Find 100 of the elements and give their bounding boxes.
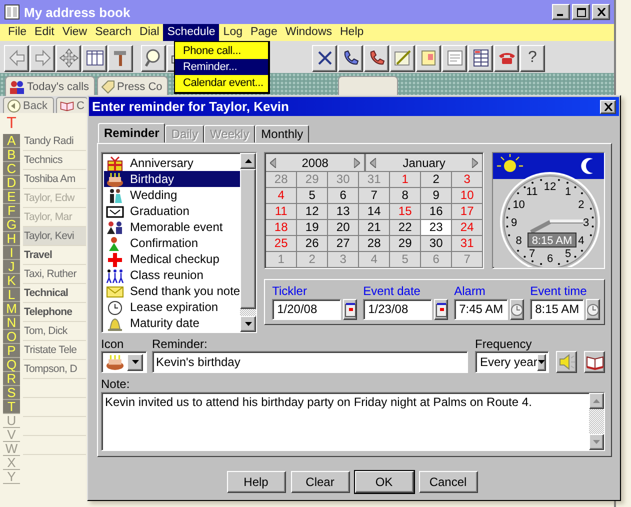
menu-item[interactable]: Windows [281, 24, 336, 41]
next-arrow-icon[interactable] [354, 158, 360, 168]
menu-item[interactable]: Page [246, 24, 282, 41]
input-field[interactable]: 1/20/08 [272, 299, 342, 320]
dialog-button[interactable]: OK [354, 471, 414, 493]
calendar-icon[interactable] [468, 44, 493, 72]
minimize-button[interactable] [552, 4, 570, 20]
hammer-icon[interactable] [108, 44, 133, 72]
dialog-tab[interactable]: Monthly [255, 125, 310, 143]
index-letter[interactable]: M [3, 302, 20, 316]
index-letter[interactable]: O [3, 330, 20, 344]
close-button[interactable] [600, 100, 616, 114]
menu-option[interactable]: Calendar event... [175, 75, 268, 91]
contact-row[interactable]: Tandy Radi [23, 132, 86, 151]
occasion-item[interactable]: Send thank you note [104, 283, 240, 299]
contact-row[interactable]: Telephone [23, 303, 86, 322]
index-letter[interactable]: N [3, 316, 20, 330]
index-letter[interactable]: F [3, 204, 20, 218]
calendar-icon[interactable] [434, 299, 448, 320]
next-arrow-icon[interactable] [472, 158, 478, 168]
calendar-day[interactable]: 16 [421, 204, 452, 219]
occasion-item[interactable]: Memorable event [104, 219, 240, 235]
index-letter[interactable]: P [3, 344, 20, 358]
occasion-item[interactable]: Maturity date [104, 315, 240, 331]
menu-item[interactable]: Dial [136, 24, 164, 41]
close-button[interactable] [592, 4, 610, 20]
contact-row[interactable]: Taxi, Ruther [23, 265, 86, 284]
calendar-day[interactable]: 13 [328, 204, 358, 219]
occasion-item[interactable]: Birthday [104, 171, 240, 187]
menu-item[interactable]: Help [336, 24, 368, 41]
calendar-day[interactable]: 27 [328, 236, 358, 251]
calendar-day[interactable]: 11 [266, 204, 296, 219]
index-letter[interactable]: I [3, 246, 20, 260]
book-icon[interactable] [584, 351, 605, 373]
calendar-day[interactable]: 1 [390, 172, 420, 187]
contact-row[interactable]: Technical [23, 284, 86, 303]
delete-icon[interactable] [312, 44, 337, 72]
help-button[interactable]: ? [520, 44, 545, 72]
calendar-day[interactable]: 28 [359, 236, 390, 251]
calendar-day[interactable]: 22 [390, 220, 420, 235]
occasion-item[interactable]: Class reunion [104, 267, 240, 283]
calendar-day[interactable]: 6 [328, 188, 358, 203]
telephone-icon[interactable] [494, 44, 519, 72]
contact-row[interactable]: Tom, Dick [23, 322, 86, 341]
menu-item[interactable]: Log [219, 24, 246, 41]
scroll-track[interactable] [240, 309, 256, 316]
view-tab[interactable]: Today's calls [5, 76, 96, 96]
menu-item[interactable]: Schedule [163, 24, 220, 41]
contact-row[interactable]: Travel [23, 246, 86, 265]
index-letter[interactable]: K [3, 274, 20, 288]
index-letter[interactable]: E [3, 190, 20, 204]
maximize-button[interactable] [572, 4, 590, 20]
calendar-day[interactable]: 15 [390, 204, 420, 219]
contact-row[interactable]: Tompson, D [23, 360, 86, 379]
menu-item[interactable]: Search [91, 24, 136, 41]
index-letter[interactable]: T [3, 400, 20, 414]
calendar-day[interactable]: 12 [297, 204, 328, 219]
nav-tab[interactable]: C [56, 97, 88, 113]
occasion-item[interactable]: Graduation [104, 203, 240, 219]
menu-item[interactable]: File [4, 24, 31, 41]
calendar-icon[interactable] [343, 299, 358, 320]
input-field[interactable]: 8:15 AM [530, 299, 584, 320]
index-letter[interactable]: A [3, 134, 20, 148]
pen-icon[interactable] [390, 44, 415, 72]
reminder-field[interactable]: Kevin's birthday [152, 351, 468, 373]
dialog-button[interactable]: Clear [290, 471, 350, 493]
dialog-button[interactable]: Cancel [418, 471, 478, 493]
calendar-day[interactable]: 31 [452, 236, 482, 251]
scroll-down-icon[interactable] [589, 434, 604, 450]
index-letter[interactable]: L [3, 288, 20, 302]
occasion-item[interactable]: Wedding [104, 187, 240, 203]
occasion-item[interactable]: Confirmation [104, 235, 240, 251]
index-letter[interactable]: B [3, 148, 20, 162]
phone-icon[interactable] [364, 44, 389, 72]
previous-arrow-icon[interactable] [370, 158, 376, 168]
clock-icon[interactable] [586, 299, 600, 320]
scrollbar[interactable] [240, 153, 256, 332]
calendar-day[interactable]: 4 [266, 188, 296, 203]
calendar-day[interactable]: 10 [452, 188, 482, 203]
calendar-day[interactable]: 17 [452, 204, 482, 219]
calendar-day[interactable]: 29 [390, 236, 420, 251]
input-field[interactable]: 1/23/08 [363, 299, 432, 320]
calendar-day[interactable]: 7 [359, 188, 390, 203]
calendar-day[interactable]: 18 [266, 220, 296, 235]
calendar-day[interactable]: 25 [266, 236, 296, 251]
notepad-icon[interactable] [442, 44, 467, 72]
calendar-day[interactable]: 8 [390, 188, 420, 203]
index-letter[interactable]: C [3, 162, 20, 176]
speaker-icon[interactable] [556, 351, 577, 373]
scroll-up-icon[interactable] [240, 153, 256, 169]
calendar-day[interactable]: 3 [452, 172, 482, 187]
index-letter[interactable]: G [3, 218, 20, 232]
calendar-day[interactable]: 2 [421, 172, 452, 187]
index-letter[interactable]: D [3, 176, 20, 190]
calendar-day[interactable]: 14 [359, 204, 390, 219]
calendar-day[interactable]: 20 [328, 220, 358, 235]
icon-dropdown[interactable] [101, 351, 147, 373]
scroll-thumb[interactable] [240, 169, 256, 309]
occasion-item[interactable]: Medical checkup [104, 251, 240, 267]
index-letter[interactable]: S [3, 386, 20, 400]
